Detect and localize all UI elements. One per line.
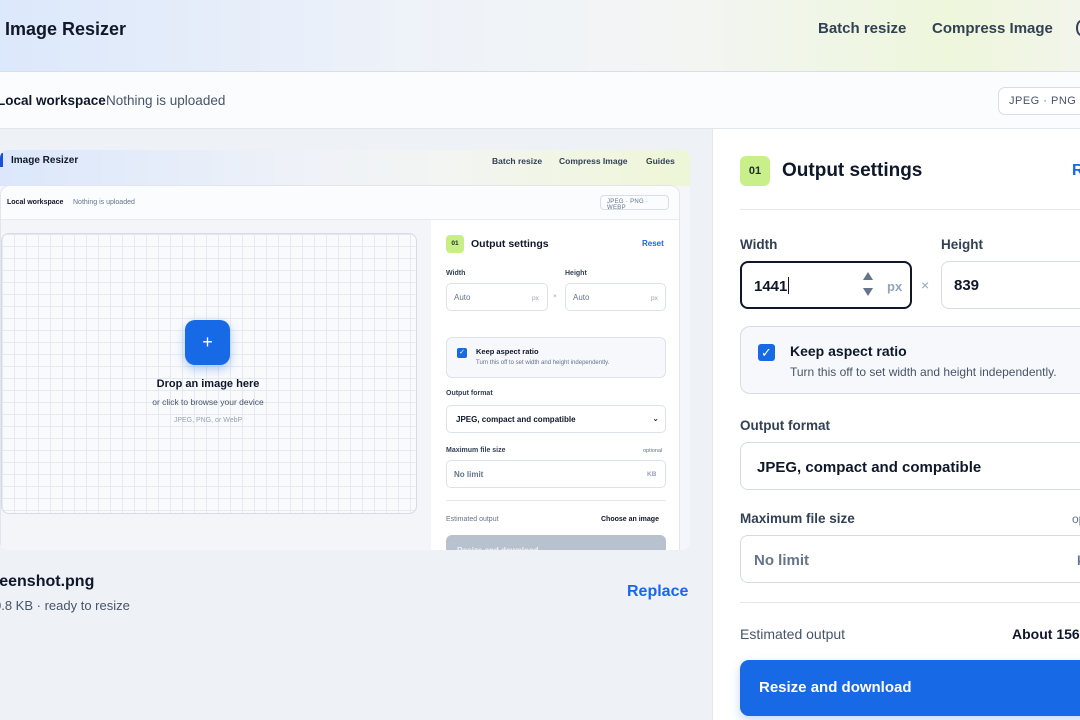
preview-drop-types: JPEG, PNG, or WebP <box>173 417 243 424</box>
height-value: 839 <box>954 277 980 294</box>
aspect-ratio-hint: Turn this off to set width and height in… <box>790 365 1057 379</box>
preview-settings: 01 Output settings Reset Width Height Au… <box>431 220 679 550</box>
preview-size-input: No limit KB <box>446 460 666 488</box>
step-badge: 01 <box>740 156 770 186</box>
aspect-ratio-title: Keep aspect ratio <box>790 343 907 359</box>
preview-header: Image Resizer Batch resize Compress Imag… <box>0 150 690 186</box>
increment-icon[interactable] <box>863 272 873 280</box>
preview-width-unit: px <box>532 295 539 302</box>
output-settings-panel: 01 Output settings R Width Height 1441 p… <box>712 129 1080 720</box>
preview-workspace-status: Nothing is uploaded <box>73 199 135 206</box>
resize-and-download-button[interactable]: Resize and download <box>740 660 1080 716</box>
preview-height-placeholder: Auto <box>573 293 590 302</box>
divider <box>740 209 1080 210</box>
preview-reset: Reset <box>642 239 664 248</box>
preview-format-value: JPEG, compact and compatible <box>456 415 576 424</box>
preview-format-label: Output format <box>446 390 493 397</box>
preview-size-placeholder: No limit <box>454 470 484 479</box>
output-format-value: JPEG, compact and compatible <box>757 459 982 476</box>
preview-workspace-title: Local workspace <box>7 199 64 206</box>
width-label: Width <box>740 237 778 252</box>
preview-aspect-box: ✓ Keep aspect ratio Turn this off to set… <box>446 337 666 378</box>
preview-drop-subtitle: or click to browse your device <box>152 397 264 407</box>
height-label: Height <box>941 237 983 252</box>
text-cursor <box>788 277 790 294</box>
preview-size-unit: KB <box>647 471 657 478</box>
workspace-status: Nothing is uploaded <box>106 93 226 108</box>
preview-width-input: Auto px <box>446 283 548 311</box>
output-format-select[interactable]: JPEG, compact and compatible <box>740 442 1080 490</box>
preview-format-select: JPEG, compact and compatible ⌄ <box>446 405 666 433</box>
preview-workspace-bar: Local workspace Nothing is uploaded JPEG… <box>1 186 679 220</box>
brand-title[interactable]: Image Resizer <box>5 19 126 40</box>
max-file-size-label: Maximum file size <box>740 511 855 526</box>
workspace-title: Local workspace <box>0 93 106 108</box>
preview-panel: Image Resizer Batch resize Compress Imag… <box>0 129 712 720</box>
preview-step-badge: 01 <box>446 235 464 253</box>
preview-aspect-title: Keep aspect ratio <box>476 347 539 356</box>
nav-overflow-icon[interactable] <box>1076 20 1080 36</box>
preview-size-label: Maximum file size <box>446 447 506 454</box>
estimated-output-label: Estimated output <box>740 626 846 642</box>
width-value: 1441 <box>754 278 788 295</box>
preview-height-input: Auto px <box>565 283 666 311</box>
keep-aspect-ratio-checkbox[interactable]: ✓ <box>758 344 775 361</box>
replace-button[interactable]: Replace <box>627 583 688 601</box>
max-file-size-placeholder: No limit <box>754 552 809 569</box>
reset-button[interactable]: R <box>1072 162 1080 180</box>
preview-checkbox-icon: ✓ <box>457 348 467 358</box>
preview-aspect-subtitle: Turn this off to set width and height in… <box>476 360 610 366</box>
preview-height-unit: px <box>651 295 658 302</box>
preview-estimated-label: Estimated output <box>446 516 499 523</box>
width-input[interactable]: 1441 px <box>740 261 912 309</box>
preview-upload-area: + Drop an image here or click to browse … <box>1 220 431 550</box>
preview-nav-guides: Guides <box>646 156 675 166</box>
file-name: reenshot.png <box>0 573 95 590</box>
output-format-label: Output format <box>740 418 830 433</box>
estimated-output-value: About 156. <box>1012 626 1080 642</box>
resize-button-label: Resize and download <box>759 679 912 696</box>
preview-height-label: Height <box>565 270 587 277</box>
preview-times-icon: × <box>553 293 557 300</box>
nav-batch-resize[interactable]: Batch resize <box>818 20 906 37</box>
preview-plus-icon: + <box>185 320 230 365</box>
preview-width-label: Width <box>446 270 466 277</box>
preview-width-placeholder: Auto <box>454 293 471 302</box>
height-input[interactable]: 839 <box>941 261 1080 309</box>
nav-compress-image[interactable]: Compress Image <box>932 20 1053 37</box>
preview-nav-compress: Compress Image <box>559 156 628 166</box>
preview-chevron-down-icon: ⌄ <box>652 414 659 423</box>
preview-dropzone: + Drop an image here or click to browse … <box>1 233 417 514</box>
preview-card: Local workspace Nothing is uploaded JPEG… <box>0 185 680 550</box>
preview-nav-batch: Batch resize <box>492 156 543 166</box>
file-meta: 0.8 KB · ready to resize <box>0 598 130 613</box>
times-icon: × <box>921 277 930 293</box>
preview-divider <box>446 500 666 501</box>
preview-formats-badge: JPEG · PNG · WEBP <box>600 195 669 211</box>
settings-title: Output settings <box>782 160 923 181</box>
preview-optional: optional <box>643 448 663 454</box>
width-unit: px <box>887 279 903 294</box>
preview-settings-title: Output settings <box>471 238 549 250</box>
image-preview: Image Resizer Batch resize Compress Imag… <box>0 150 690 550</box>
preview-drop-title: Drop an image here <box>156 378 260 390</box>
workspace-bar: Local workspace Nothing is uploaded JPEG… <box>0 72 1080 129</box>
optional-tag: op <box>1072 512 1080 526</box>
app-header: Image Resizer Batch resize Compress Imag… <box>0 0 1080 72</box>
preview-brand: Image Resizer <box>11 155 79 166</box>
preview-brand-mark <box>0 153 3 167</box>
decrement-icon[interactable] <box>863 288 873 296</box>
keep-aspect-ratio-option[interactable]: ✓ Keep aspect ratio Turn this off to set… <box>740 326 1080 394</box>
max-file-size-input[interactable]: No limit k <box>740 535 1080 583</box>
preview-estimated-value: Choose an image <box>601 516 659 523</box>
divider <box>740 602 1080 603</box>
supported-formats-badge: JPEG · PNG · WEBP <box>998 87 1080 115</box>
preview-resize-button: Resize and download <box>446 535 666 550</box>
